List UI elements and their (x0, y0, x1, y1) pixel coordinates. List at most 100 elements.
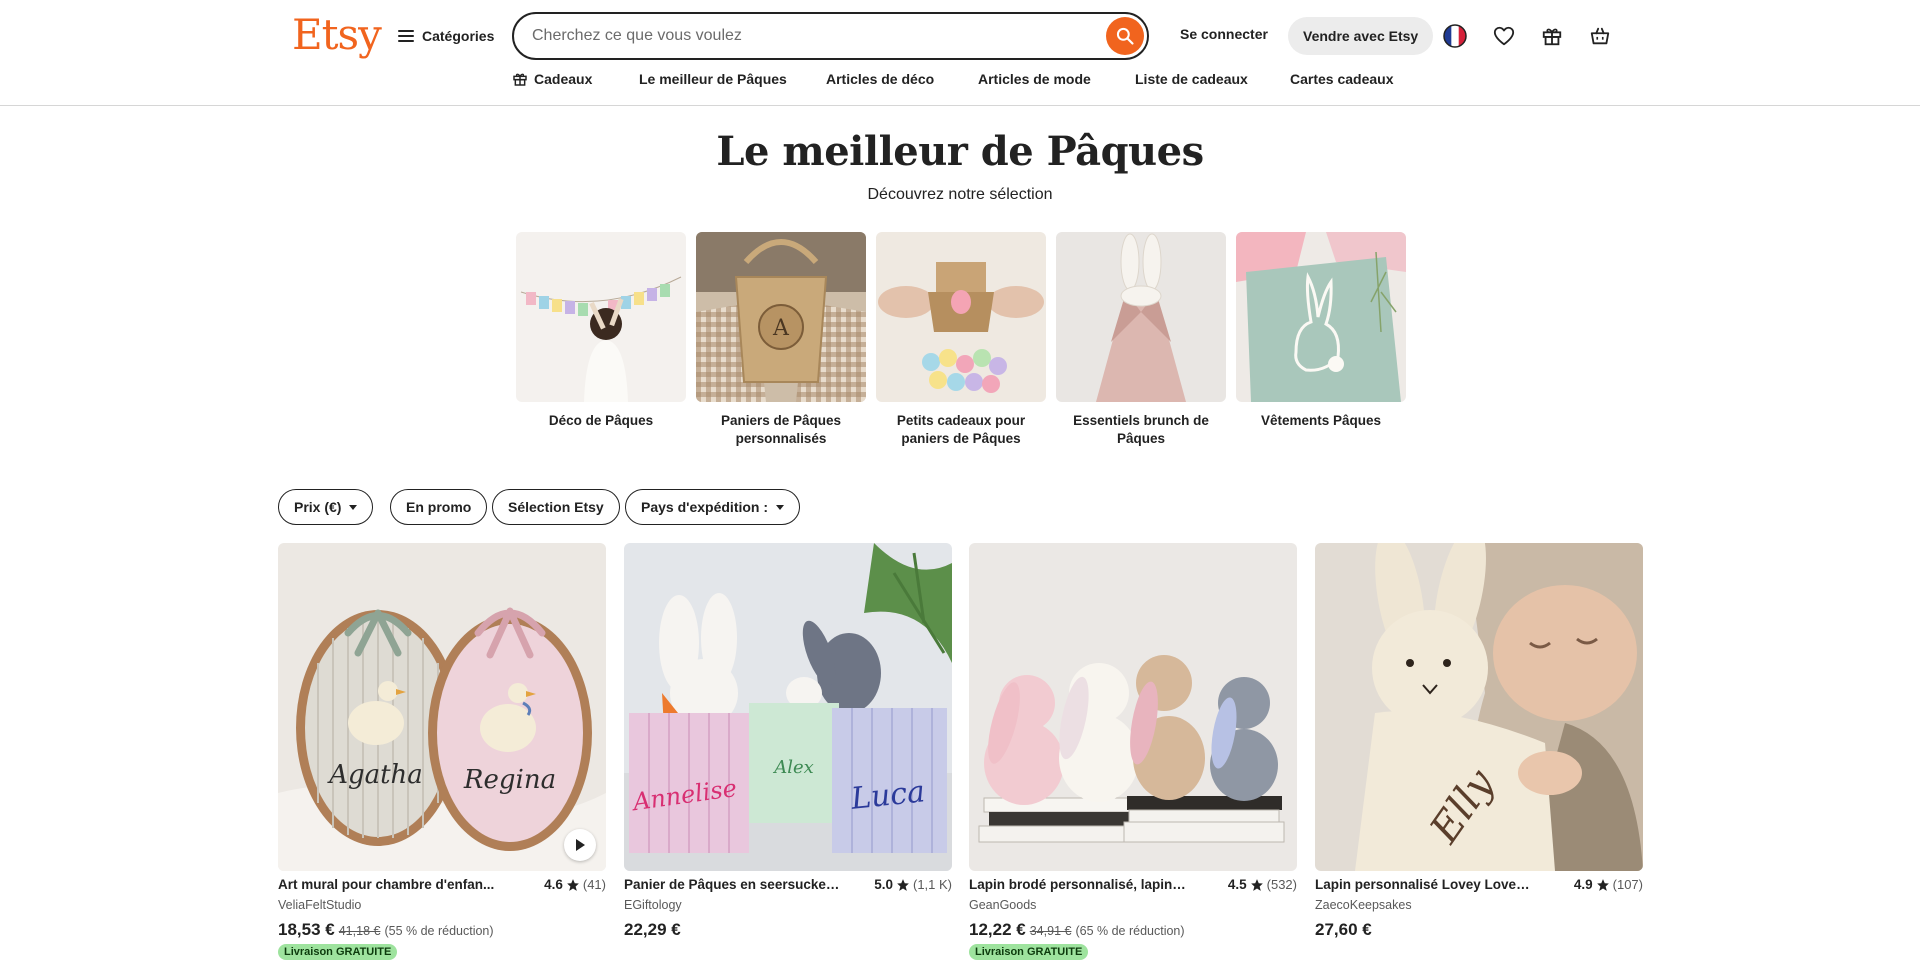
sell-button[interactable]: Vendre avec Etsy (1288, 17, 1434, 55)
gift-icon (513, 73, 527, 86)
filter-ship-country[interactable]: Pays d'expédition : (625, 489, 801, 525)
product-image[interactable]: Annelise Alex Luca (624, 543, 952, 871)
filter-label: Pays d'expédition : (641, 499, 769, 515)
site-header: Etsy Catégories Se connecter Vendre avec… (0, 0, 1920, 106)
category-label: Petits cadeaux pour paniers de Pâques (896, 413, 1026, 446)
discount-label: (55 % de réduction) (384, 924, 494, 938)
rating-value: 4.6 (544, 877, 563, 892)
category-image (1056, 232, 1226, 402)
review-count: (1,1 K) (912, 877, 952, 892)
category-card-paniers[interactable]: A Paniers de Pâques personnalisés (696, 232, 866, 448)
product-rating: 5.0 (1,1 K) (874, 877, 952, 892)
menu-icon (398, 30, 414, 42)
gift-icon[interactable] (1539, 23, 1565, 49)
rating-value: 4.9 (1573, 877, 1593, 892)
signin-link[interactable]: Se connecter (1180, 26, 1268, 42)
nav-label: Articles de déco (826, 71, 935, 87)
product-image[interactable]: Agatha Regina (278, 543, 606, 871)
chevron-down-icon (349, 504, 358, 510)
star-icon (897, 878, 909, 891)
filter-price[interactable]: Prix (€) (278, 489, 374, 525)
rating-value: 5.0 (874, 877, 893, 892)
nav-item-mode[interactable]: Articles de mode (978, 71, 1091, 87)
category-image (876, 232, 1046, 402)
original-price: 34,91 € (1029, 924, 1072, 938)
nav-label: Liste de cadeaux (1135, 71, 1248, 87)
page-subtitle: Découvrez notre sélection (867, 186, 1053, 203)
category-nav: Cadeaux Le meilleur de Pâques Articles d… (0, 71, 1920, 93)
product-card[interactable]: Elly Lapin personnalisé Lovey Lovey ... … (1315, 543, 1643, 942)
nav-label: Articles de mode (978, 71, 1091, 87)
search-input[interactable] (532, 22, 1092, 50)
search-button[interactable] (1106, 17, 1144, 55)
category-label: Paniers de Pâques personnalisés (720, 413, 842, 446)
categories-button[interactable]: Catégories (398, 22, 494, 50)
nav-item-cartes-cadeaux[interactable]: Cartes cadeaux (1290, 71, 1394, 87)
search-icon (1116, 27, 1134, 45)
nav-item-meilleur-paques[interactable]: Le meilleur de Pâques (639, 71, 787, 87)
category-image (516, 232, 686, 402)
product-card[interactable]: Lapin brodé personnalisé, lapin ... 4.5 … (969, 543, 1297, 960)
product-rating: 4.6 (41) (544, 877, 606, 892)
review-count: (41) (582, 877, 606, 892)
embroidered-name: Alex (772, 757, 814, 778)
category-image (1236, 232, 1406, 402)
product-rating: 4.9 (107) (1574, 877, 1643, 892)
svg-text:A: A (772, 316, 790, 341)
filter-label: Prix (€) (294, 499, 342, 515)
discount-label: (65 % de réduction) (1075, 924, 1185, 938)
free-shipping-badge: Livraison GRATUITE (278, 944, 398, 960)
page-title: Le meilleur de Pâques (716, 128, 1204, 175)
product-price-row: 12,22 € 34,91 € (65 % de réduction) (969, 920, 1297, 942)
play-video-button[interactable] (564, 829, 596, 861)
product-card[interactable]: Annelise Alex Luca Panier de Pâques en s… (624, 543, 952, 942)
nav-label: Cadeaux (534, 71, 593, 87)
etsy-logo[interactable]: Etsy (292, 10, 382, 59)
category-card-deco[interactable]: Déco de Pâques (516, 232, 686, 430)
sale-price: 27,60 € (1315, 920, 1372, 939)
shop-name[interactable]: EGiftology (624, 898, 952, 916)
category-label: Essentiels brunch de Pâques (1073, 413, 1209, 446)
product-card[interactable]: Agatha Regina Art mural pour chambre d'e… (278, 543, 606, 960)
product-title[interactable]: Lapin brodé personnalisé, lapin ... (969, 877, 1187, 892)
filter-label: En promo (406, 499, 472, 515)
rating-value: 4.5 (1227, 877, 1247, 892)
category-card-vetements[interactable]: Vêtements Pâques (1236, 232, 1406, 430)
category-card-brunch[interactable]: Essentiels brunch de Pâques (1056, 232, 1226, 448)
filter-promo[interactable]: En promo (390, 489, 488, 525)
product-rating: 4.5 (532) (1228, 877, 1297, 892)
embroidered-name: Regina (463, 765, 556, 795)
nav-item-deco[interactable]: Articles de déco (826, 71, 934, 87)
nav-item-liste-cadeaux[interactable]: Liste de cadeaux (1135, 71, 1248, 87)
product-title[interactable]: Lapin personnalisé Lovey Lovey ... (1315, 877, 1533, 892)
filter-selection-etsy[interactable]: Sélection Etsy (492, 489, 620, 525)
heart-icon[interactable] (1491, 23, 1517, 49)
review-count: (107) (1612, 877, 1643, 892)
category-label: Vêtements Pâques (1260, 413, 1382, 428)
filter-label: Sélection Etsy (508, 499, 604, 515)
embroidered-name: Agatha (327, 760, 423, 790)
cart-icon[interactable] (1587, 23, 1613, 49)
product-image[interactable]: Elly (1315, 543, 1643, 871)
product-price-row: 27,60 € (1315, 920, 1643, 942)
nav-item-cadeaux[interactable]: Cadeaux (512, 71, 592, 87)
sale-price: 12,22 € (969, 920, 1026, 939)
product-title[interactable]: Art mural pour chambre d'enfan... (278, 877, 496, 892)
product-image[interactable] (969, 543, 1297, 871)
play-icon (576, 839, 585, 851)
star-icon (1250, 878, 1263, 891)
sale-price: 18,53 € (278, 920, 335, 939)
shop-name[interactable]: ZaecoKeepsakes (1315, 898, 1643, 916)
flag-fr-icon[interactable] (1442, 23, 1468, 49)
categories-label: Catégories (422, 28, 495, 44)
original-price: 41,18 € (338, 924, 381, 938)
shop-name[interactable]: VeliaFeltStudio (278, 898, 606, 916)
product-price-row: 22,29 € (624, 920, 952, 942)
shop-name[interactable]: GeanGoods (969, 898, 1297, 916)
nav-label: Le meilleur de Pâques (639, 71, 787, 87)
sale-price: 22,29 € (624, 920, 681, 939)
product-title[interactable]: Panier de Pâques en seersucker,... (624, 877, 842, 892)
free-shipping-badge: Livraison GRATUITE (969, 944, 1089, 960)
category-card-petits-cadeaux[interactable]: Petits cadeaux pour paniers de Pâques (876, 232, 1046, 448)
category-image: A (696, 232, 866, 402)
